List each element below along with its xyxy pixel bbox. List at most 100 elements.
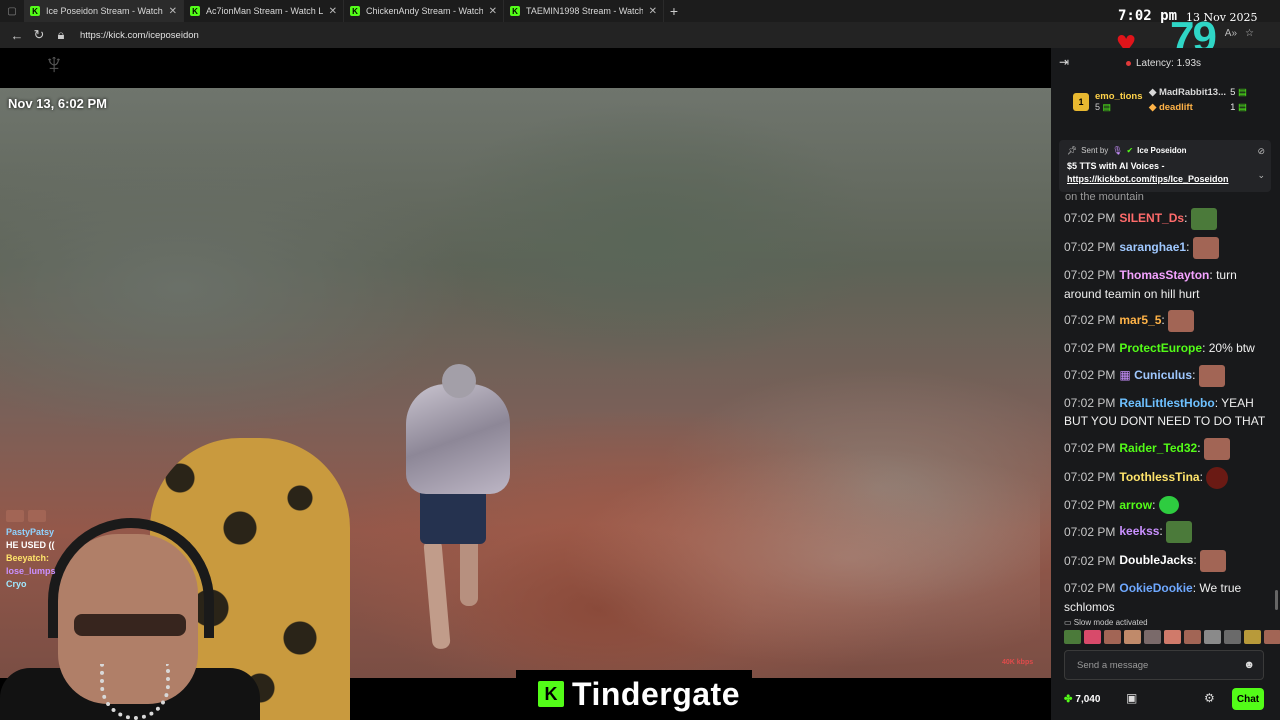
quick-emote[interactable]	[1144, 630, 1161, 644]
chat-username[interactable]: arrow	[1119, 498, 1152, 512]
mini-chat-line: PastyPatsy	[6, 527, 55, 537]
chat-footer: ✤ 7,040 ▣ ⚙ Chat	[1064, 688, 1264, 710]
chat-message: 07:02 PM SILENT_Ds:	[1064, 208, 1270, 230]
mini-chat-line: HE USED ((	[6, 540, 55, 550]
emote	[1206, 466, 1229, 489]
chat-message: 07:02 PM ▦ Cuniculus:	[1064, 364, 1270, 387]
chat-username[interactable]: RealLittlestHobo	[1119, 396, 1214, 410]
chat-username[interactable]: saranghae1	[1119, 240, 1186, 254]
kick-favicon-icon: K	[30, 6, 40, 16]
channel-points[interactable]: ✤ 7,040	[1064, 694, 1100, 705]
chat-username[interactable]: keekss	[1119, 525, 1159, 539]
quick-emote[interactable]	[1204, 630, 1221, 644]
close-tab-icon[interactable]: ✕	[489, 6, 497, 17]
tab-taemin1998[interactable]: K TAEMIN1998 Stream - Watch Live ✕	[504, 0, 664, 22]
chat-username[interactable]: Cuniculus	[1134, 368, 1192, 382]
pinned-sender: 📌︎ Sent by 🎙︎ ✔ Ice Poseidon	[1067, 146, 1187, 155]
gift-icon[interactable]: ▣	[1126, 691, 1137, 705]
chat-username[interactable]: OokieDookie	[1119, 581, 1192, 595]
quick-emote[interactable]	[1084, 630, 1101, 644]
chat-message: 07:02 PM Raider_Ted32:	[1064, 437, 1270, 460]
chat-username[interactable]: DoubleJacks	[1119, 554, 1193, 568]
quick-emote[interactable]	[1104, 630, 1121, 644]
tab-ac7ionman[interactable]: K Ac7ionMan Stream - Watch Live on ✕	[184, 0, 344, 22]
quick-emote[interactable]	[1224, 630, 1241, 644]
quick-emote[interactable]	[1184, 630, 1201, 644]
kick-favicon-icon: K	[190, 6, 200, 16]
tab-actions-icon[interactable]: ▢	[0, 0, 24, 22]
gear-icon[interactable]: ⚙	[1204, 691, 1215, 705]
pin-icon: 📌︎	[1067, 146, 1078, 155]
close-tab-icon[interactable]: ✕	[169, 6, 177, 17]
hiker-jacket	[406, 384, 510, 494]
address-bar: ← ↻ 🔒︎ https://kick.com/iceposeidon A» ☆	[0, 22, 1280, 48]
chat-message: 07:02 PM mar5_5:	[1064, 310, 1270, 332]
reload-icon[interactable]: ↻	[28, 27, 50, 43]
latency-indicator: Latency: 1.93s	[1126, 58, 1201, 69]
quick-emote[interactable]	[1124, 630, 1141, 644]
chat-scrollbar[interactable]	[1275, 590, 1278, 610]
chat-username[interactable]: SILENT_Ds	[1119, 211, 1184, 225]
quick-emote[interactable]	[1244, 630, 1261, 644]
chat-message: 07:02 PM keekss:	[1064, 521, 1270, 544]
video-player[interactable]: ♆ Nov 13, 6:02 PM 40K kbps PastyPatsy HE…	[0, 48, 1051, 720]
chat-username[interactable]: ToothlessTina	[1119, 470, 1199, 484]
collapse-chat-icon[interactable]: ⇥	[1059, 55, 1069, 69]
kick-favicon-icon: K	[350, 6, 360, 16]
tab-title: Ac7ionMan Stream - Watch Live on	[206, 6, 323, 16]
chat-username[interactable]: mar5_5	[1119, 313, 1161, 327]
leader-name[interactable]: emo_tions	[1095, 91, 1143, 102]
kick-logo-icon: K	[538, 681, 564, 707]
badge-icon: ▦	[1119, 367, 1131, 382]
emoji-icon[interactable]: ☻	[1243, 659, 1255, 671]
stream-title-banner: K Tindergate	[516, 670, 752, 718]
latency-text: Latency: 1.93s	[1136, 58, 1202, 69]
chat-panel: ⇥ Latency: 1.93s 1 emo_tions 5 ▤ ◆ MadRa…	[1051, 48, 1280, 720]
lock-icon[interactable]: 🔒︎	[50, 27, 72, 43]
tab-chickenandy[interactable]: K ChickenAndy Stream - Watch Live ✕	[344, 0, 504, 22]
star-icon[interactable]: ☆	[1245, 28, 1254, 39]
emote	[1198, 364, 1225, 387]
tab-ice-poseidon[interactable]: K Ice Poseidon Stream - Watch Live ✕	[24, 0, 184, 22]
channel-logo-watermark: ♆	[42, 48, 66, 81]
close-tab-icon[interactable]: ✕	[649, 6, 657, 17]
hiker-leg	[460, 536, 478, 606]
chat-message: 07:02 PM ProtectEurope: 20% btw	[1064, 341, 1255, 355]
rank-badge: 1	[1073, 93, 1089, 111]
chat-username[interactable]: ThomasStayton	[1119, 268, 1209, 282]
pinned-message[interactable]: 📌︎ Sent by 🎙︎ ✔ Ice Poseidon $5 TTS with…	[1059, 140, 1271, 192]
chat-username[interactable]: ProtectEurope	[1119, 341, 1202, 355]
new-tab-button[interactable]: +	[664, 3, 684, 19]
chat-message: 07:02 PM arrow:	[1064, 496, 1270, 515]
quick-emote[interactable]	[1164, 630, 1181, 644]
emote	[1200, 550, 1227, 573]
mic-icon: 🎙︎	[1112, 146, 1123, 155]
leader-row[interactable]: ◆ deadlift 1 ▤	[1149, 102, 1247, 113]
eye-off-icon[interactable]: ⊘	[1257, 146, 1265, 157]
quick-emote[interactable]	[1264, 630, 1280, 644]
chat-input[interactable]: Send a message ☻	[1064, 650, 1264, 680]
banner-text: Tindergate	[572, 675, 740, 712]
chat-send-button[interactable]: Chat	[1232, 688, 1264, 710]
quick-emote[interactable]	[1064, 630, 1081, 644]
stream-timestamp: Nov 13, 6:02 PM	[8, 96, 107, 111]
tab-title: ChickenAndy Stream - Watch Live	[366, 6, 483, 16]
tab-title: TAEMIN1998 Stream - Watch Live	[526, 6, 643, 16]
url-field[interactable]: https://kick.com/iceposeidon	[80, 30, 199, 41]
mini-chat-line: Cryo	[6, 579, 27, 589]
chevron-down-icon[interactable]: ⌄	[1257, 170, 1265, 181]
chat-input-placeholder: Send a message	[1077, 659, 1149, 671]
sunglasses	[74, 614, 186, 636]
quick-emote-bar	[1064, 630, 1280, 644]
chat-username[interactable]: Raider_Ted32	[1119, 441, 1197, 455]
pinned-link[interactable]: https://kickbot.com/tips/Ice_Poseidon	[1067, 174, 1229, 184]
emote	[1203, 437, 1230, 460]
read-aloud-icon[interactable]: A»	[1225, 28, 1237, 39]
pinned-text: $5 TTS with AI Voices - https://kickbot.…	[1067, 161, 1229, 184]
close-tab-icon[interactable]: ✕	[329, 6, 337, 17]
chat-message: 07:02 PM DoubleJacks:	[1064, 550, 1270, 573]
leader-row[interactable]: ◆ MadRabbit13... 5 ▤	[1149, 87, 1247, 98]
hiker-head	[442, 364, 476, 398]
back-icon[interactable]: ←	[6, 28, 28, 43]
slow-mode-notice: ▭ Slow mode activated	[1064, 618, 1148, 627]
